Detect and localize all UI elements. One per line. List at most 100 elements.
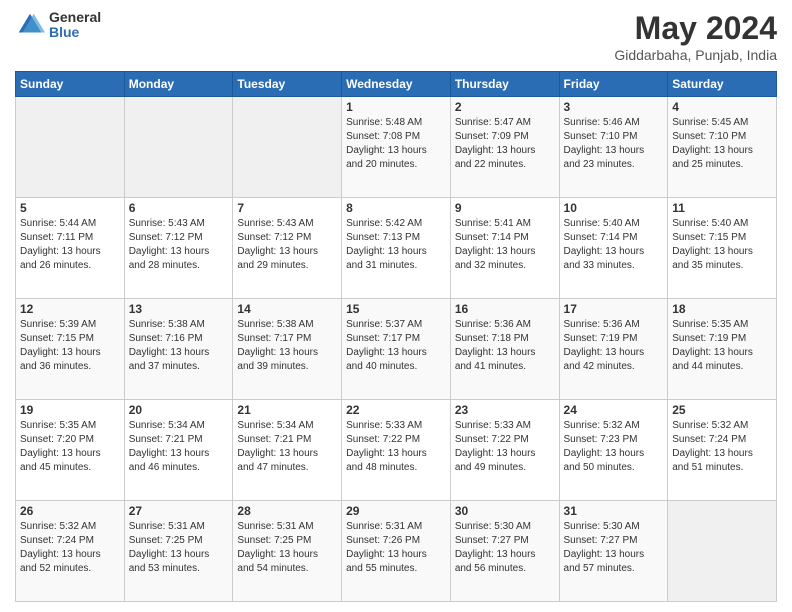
day-number: 9 [455, 201, 555, 215]
day-info: Sunrise: 5:35 AM Sunset: 7:19 PM Dayligh… [672, 318, 772, 374]
day-number: 18 [672, 302, 772, 316]
day-header-friday: Friday [559, 72, 668, 97]
calendar-cell: 11Sunrise: 5:40 AM Sunset: 7:15 PM Dayli… [668, 198, 777, 299]
calendar-cell: 7 Sunrise: 5:43 AM Sunset: 7:12 PM Daylig… [233, 198, 342, 299]
day-number: 1 [346, 100, 446, 114]
logo-blue: Blue [49, 25, 101, 40]
calendar-cell: 25 Sunrise: 5:32 AM Sunset: 7:24 PM Dayli… [668, 400, 777, 501]
day-info: Sunrise: 5:32 AM Sunset: 7:24 PM Dayligh… [20, 520, 120, 576]
day-number: 27 [129, 504, 229, 518]
logo: General Blue [15, 10, 101, 41]
day-info: Sunrise: 5:45 AM Sunset: 7:10 PM Dayligh… [672, 116, 772, 172]
day-info: Sunrise: 5:42 AM Sunset: 7:13 PM Dayligh… [346, 217, 446, 273]
day-number: 14 [237, 302, 337, 316]
day-number: 13 [129, 302, 229, 316]
day-info: Sunrise: 5:46 AM Sunset: 7:10 PM Dayligh… [564, 116, 664, 172]
day-info: Sunrise: 5:36 AM Sunset: 7:18 PM Dayligh… [455, 318, 555, 374]
day-header-tuesday: Tuesday [233, 72, 342, 97]
calendar: SundayMondayTuesdayWednesdayThursdayFrid… [15, 71, 777, 602]
day-info: Sunrise: 5:36 AM Sunset: 7:19 PM Dayligh… [564, 318, 664, 374]
calendar-cell: 27 Sunrise: 5:31 AM Sunset: 7:25 PM Dayli… [124, 501, 233, 602]
day-number: 20 [129, 403, 229, 417]
day-number: 22 [346, 403, 446, 417]
calendar-cell: 22 Sunrise: 5:33 AM Sunset: 7:22 PM Dayli… [342, 400, 451, 501]
day-info: Sunrise: 5:34 AM Sunset: 7:21 PM Dayligh… [237, 419, 337, 475]
calendar-header-row: SundayMondayTuesdayWednesdayThursdayFrid… [16, 72, 777, 97]
day-info: Sunrise: 5:31 AM Sunset: 7:25 PM Dayligh… [129, 520, 229, 576]
day-number: 3 [564, 100, 664, 114]
calendar-cell: 16Sunrise: 5:36 AM Sunset: 7:18 PM Dayli… [450, 299, 559, 400]
calendar-cell: 30 Sunrise: 5:30 AM Sunset: 7:27 PM Dayli… [450, 501, 559, 602]
logo-icon [15, 10, 45, 40]
day-header-saturday: Saturday [668, 72, 777, 97]
day-info: Sunrise: 5:33 AM Sunset: 7:22 PM Dayligh… [455, 419, 555, 475]
day-header-thursday: Thursday [450, 72, 559, 97]
calendar-cell: 10 Sunrise: 5:40 AM Sunset: 7:14 PM Dayli… [559, 198, 668, 299]
week-row-4: 19 Sunrise: 5:35 AM Sunset: 7:20 PM Dayli… [16, 400, 777, 501]
logo-general: General [49, 10, 101, 25]
day-number: 25 [672, 403, 772, 417]
day-number: 4 [672, 100, 772, 114]
day-info: Sunrise: 5:43 AM Sunset: 7:12 PM Dayligh… [237, 217, 337, 273]
day-info: Sunrise: 5:30 AM Sunset: 7:27 PM Dayligh… [455, 520, 555, 576]
day-number: 28 [237, 504, 337, 518]
calendar-cell [668, 501, 777, 602]
day-number: 8 [346, 201, 446, 215]
calendar-cell: 12 Sunrise: 5:39 AM Sunset: 7:15 PM Dayli… [16, 299, 125, 400]
day-header-monday: Monday [124, 72, 233, 97]
day-number: 31 [564, 504, 664, 518]
calendar-cell: 29 Sunrise: 5:31 AM Sunset: 7:26 PM Dayli… [342, 501, 451, 602]
day-number: 5 [20, 201, 120, 215]
day-info: Sunrise: 5:32 AM Sunset: 7:24 PM Dayligh… [672, 419, 772, 475]
day-info: Sunrise: 5:35 AM Sunset: 7:20 PM Dayligh… [20, 419, 120, 475]
title-area: May 2024 Giddarbaha, Punjab, India [614, 10, 777, 63]
day-number: 30 [455, 504, 555, 518]
main-title: May 2024 [614, 10, 777, 47]
calendar-cell: 31 Sunrise: 5:30 AM Sunset: 7:27 PM Dayli… [559, 501, 668, 602]
day-number: 15 [346, 302, 446, 316]
day-info: Sunrise: 5:32 AM Sunset: 7:23 PM Dayligh… [564, 419, 664, 475]
calendar-cell: 13 Sunrise: 5:38 AM Sunset: 7:16 PM Dayli… [124, 299, 233, 400]
day-info: Sunrise: 5:30 AM Sunset: 7:27 PM Dayligh… [564, 520, 664, 576]
calendar-cell: 2Sunrise: 5:47 AM Sunset: 7:09 PM Daylig… [450, 97, 559, 198]
day-info: Sunrise: 5:38 AM Sunset: 7:16 PM Dayligh… [129, 318, 229, 374]
calendar-cell: 24Sunrise: 5:32 AM Sunset: 7:23 PM Dayli… [559, 400, 668, 501]
day-info: Sunrise: 5:48 AM Sunset: 7:08 PM Dayligh… [346, 116, 446, 172]
calendar-cell: 23 Sunrise: 5:33 AM Sunset: 7:22 PM Dayli… [450, 400, 559, 501]
calendar-cell: 28 Sunrise: 5:31 AM Sunset: 7:25 PM Dayli… [233, 501, 342, 602]
day-number: 7 [237, 201, 337, 215]
calendar-cell: 9 Sunrise: 5:41 AM Sunset: 7:14 PM Daylig… [450, 198, 559, 299]
week-row-5: 26Sunrise: 5:32 AM Sunset: 7:24 PM Dayli… [16, 501, 777, 602]
day-info: Sunrise: 5:47 AM Sunset: 7:09 PM Dayligh… [455, 116, 555, 172]
week-row-1: 1 Sunrise: 5:48 AM Sunset: 7:08 PM Daylig… [16, 97, 777, 198]
day-header-sunday: Sunday [16, 72, 125, 97]
day-info: Sunrise: 5:33 AM Sunset: 7:22 PM Dayligh… [346, 419, 446, 475]
day-info: Sunrise: 5:31 AM Sunset: 7:25 PM Dayligh… [237, 520, 337, 576]
calendar-cell: 3 Sunrise: 5:46 AM Sunset: 7:10 PM Daylig… [559, 97, 668, 198]
calendar-cell: 6Sunrise: 5:43 AM Sunset: 7:12 PM Daylig… [124, 198, 233, 299]
day-number: 10 [564, 201, 664, 215]
day-info: Sunrise: 5:41 AM Sunset: 7:14 PM Dayligh… [455, 217, 555, 273]
calendar-cell [16, 97, 125, 198]
day-number: 17 [564, 302, 664, 316]
calendar-cell [233, 97, 342, 198]
day-info: Sunrise: 5:44 AM Sunset: 7:11 PM Dayligh… [20, 217, 120, 273]
logo-text: General Blue [49, 10, 101, 41]
week-row-2: 5 Sunrise: 5:44 AM Sunset: 7:11 PM Daylig… [16, 198, 777, 299]
day-info: Sunrise: 5:31 AM Sunset: 7:26 PM Dayligh… [346, 520, 446, 576]
day-number: 29 [346, 504, 446, 518]
calendar-cell: 15 Sunrise: 5:37 AM Sunset: 7:17 PM Dayli… [342, 299, 451, 400]
day-number: 12 [20, 302, 120, 316]
day-info: Sunrise: 5:38 AM Sunset: 7:17 PM Dayligh… [237, 318, 337, 374]
day-info: Sunrise: 5:39 AM Sunset: 7:15 PM Dayligh… [20, 318, 120, 374]
day-info: Sunrise: 5:40 AM Sunset: 7:14 PM Dayligh… [564, 217, 664, 273]
day-info: Sunrise: 5:37 AM Sunset: 7:17 PM Dayligh… [346, 318, 446, 374]
calendar-cell: 1 Sunrise: 5:48 AM Sunset: 7:08 PM Daylig… [342, 97, 451, 198]
day-number: 6 [129, 201, 229, 215]
calendar-cell: 8 Sunrise: 5:42 AM Sunset: 7:13 PM Daylig… [342, 198, 451, 299]
calendar-cell: 5 Sunrise: 5:44 AM Sunset: 7:11 PM Daylig… [16, 198, 125, 299]
day-number: 23 [455, 403, 555, 417]
day-header-wednesday: Wednesday [342, 72, 451, 97]
day-number: 19 [20, 403, 120, 417]
calendar-cell: 19 Sunrise: 5:35 AM Sunset: 7:20 PM Dayli… [16, 400, 125, 501]
